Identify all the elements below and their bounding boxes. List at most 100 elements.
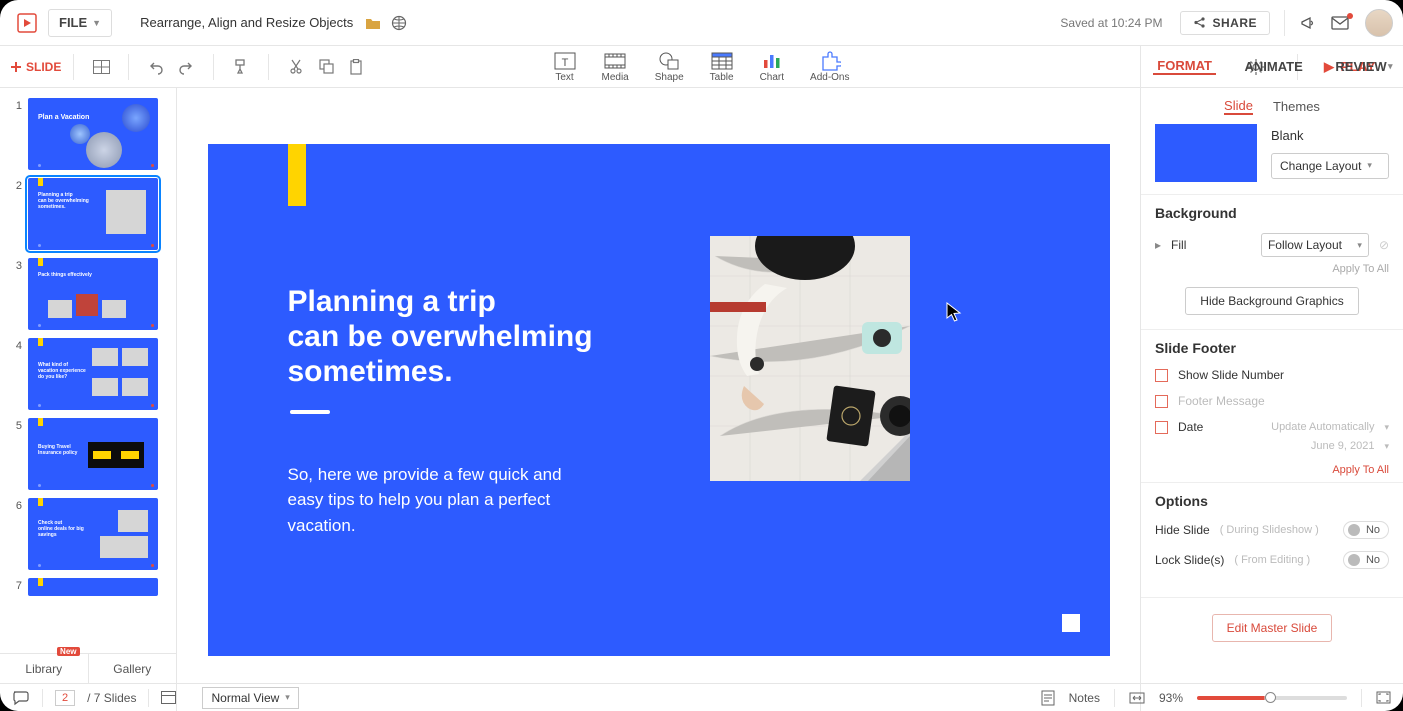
checkbox-footer-msg[interactable] (1155, 395, 1168, 408)
layout-grid-icon[interactable] (89, 55, 113, 79)
date-value[interactable]: June 9, 2021 (1311, 440, 1375, 452)
notes-label[interactable]: Notes (1069, 691, 1100, 705)
share-label: SHARE (1212, 16, 1257, 30)
thumb-number: 6 (12, 498, 22, 570)
thumb-6[interactable]: Check outonline deals for bigsavings (28, 498, 158, 570)
view-grid-icon[interactable] (161, 691, 176, 704)
change-layout-label: Change Layout (1280, 159, 1361, 173)
tab-gallery[interactable]: Gallery (88, 654, 177, 683)
slide-canvas[interactable]: Planning a trip can be overwhelming some… (177, 88, 1140, 711)
thumb-1[interactable]: Plan a Vacation (28, 98, 158, 170)
bg-apply-all[interactable]: Apply To All (1332, 263, 1389, 275)
tab-review[interactable]: REVIEW (1331, 59, 1390, 74)
app-logo-icon[interactable] (14, 10, 40, 36)
hide-slide-toggle[interactable]: No (1343, 521, 1389, 539)
thumb-5[interactable]: Buying TravelInsurance policy (28, 418, 158, 490)
date-mode[interactable]: Update Automatically (1271, 421, 1374, 433)
reset-icon[interactable]: ⊘ (1379, 238, 1389, 252)
arrow-right-icon[interactable]: ▸ (1155, 238, 1161, 252)
thumb-2[interactable]: Planning a tripcan be overwhelmingsometi… (28, 178, 158, 250)
date-label: Date (1178, 420, 1203, 434)
fill-value: Follow Layout (1268, 238, 1342, 252)
share-icon (1193, 16, 1206, 29)
tab-library-label: Library (25, 662, 62, 676)
hide-slide-label: Hide Slide (1155, 523, 1210, 537)
layout-name: Blank (1271, 128, 1389, 143)
user-avatar[interactable] (1365, 9, 1393, 37)
current-slide-indicator[interactable]: 2 (55, 690, 75, 706)
thumb-number: 3 (12, 258, 22, 330)
lock-slides-toggle[interactable]: No (1343, 551, 1389, 569)
tab-animate[interactable]: ANIMATE (1241, 59, 1307, 74)
share-button[interactable]: SHARE (1180, 11, 1270, 35)
footer-message-input[interactable]: Footer Message (1178, 394, 1389, 408)
layout-thumbnail[interactable] (1155, 124, 1257, 182)
folder-icon[interactable] (365, 16, 381, 30)
chevron-down-icon: ▾ (1384, 422, 1389, 433)
current-slide[interactable]: Planning a trip can be overwhelming some… (208, 144, 1110, 656)
globe-icon[interactable] (391, 15, 407, 31)
slide-heading[interactable]: Planning a trip can be overwhelming some… (288, 284, 593, 390)
insert-media-label: Media (602, 72, 629, 83)
comments-icon[interactable] (12, 690, 30, 706)
zoom-slider[interactable] (1197, 696, 1347, 700)
thumb-number: 1 (12, 98, 22, 170)
insert-addons[interactable]: Add-Ons (810, 50, 849, 83)
heading-line3: sometimes. (288, 355, 453, 388)
checkbox-date[interactable] (1155, 421, 1168, 434)
fill-select[interactable]: Follow Layout ▾ (1261, 233, 1369, 257)
add-slide-button[interactable]: SLIDE (10, 60, 61, 74)
change-layout-button[interactable]: Change Layout ▾ (1271, 153, 1389, 179)
insert-shape[interactable]: Shape (655, 50, 684, 83)
section-slide-footer: Slide Footer (1141, 329, 1403, 362)
checkbox-show-number[interactable] (1155, 369, 1168, 382)
insert-table[interactable]: Table (710, 50, 734, 83)
zoom-percent[interactable]: 93% (1159, 691, 1183, 705)
thumb-4[interactable]: What kind ofvacation experiencedo you li… (28, 338, 158, 410)
show-slide-number-label: Show Slide Number (1178, 368, 1284, 382)
redo-icon[interactable] (174, 55, 198, 79)
file-menu[interactable]: FILE ▼ (48, 9, 112, 37)
slide-image[interactable] (710, 236, 910, 481)
insert-chart[interactable]: Chart (760, 50, 784, 83)
megaphone-icon[interactable] (1299, 14, 1317, 32)
hide-slide-note: ( During Slideshow ) (1220, 524, 1319, 536)
separator (1284, 10, 1285, 36)
paste-icon[interactable] (344, 55, 368, 79)
fill-label: Fill (1171, 238, 1186, 252)
undo-icon[interactable] (144, 55, 168, 79)
panel-tabs: FORMAT ANIMATE REVIEW (1140, 46, 1403, 88)
subtab-slide[interactable]: Slide (1224, 98, 1253, 115)
file-menu-label: FILE (59, 15, 87, 30)
subtab-themes[interactable]: Themes (1273, 99, 1320, 114)
footer-apply-all[interactable]: Apply To All (1332, 464, 1389, 476)
tab-format[interactable]: FORMAT (1153, 58, 1216, 75)
tab-library[interactable]: Library New (0, 654, 88, 683)
hide-bg-graphics-button[interactable]: Hide Background Graphics (1185, 287, 1358, 315)
add-slide-label: SLIDE (26, 60, 61, 74)
insert-chart-label: Chart (760, 72, 784, 83)
format-panel: Slide Themes Blank Change Layout ▾ Backg… (1140, 88, 1403, 711)
section-background: Background (1141, 194, 1403, 227)
view-mode-select[interactable]: Normal View ▾ (202, 687, 298, 709)
insert-text-label: Text (555, 72, 573, 83)
fullscreen-icon[interactable] (1376, 691, 1391, 704)
insert-shape-label: Shape (655, 72, 684, 83)
slide-marker (1062, 614, 1080, 632)
insert-media[interactable]: Media (602, 50, 629, 83)
format-painter-icon[interactable] (229, 55, 253, 79)
edit-master-slide-button[interactable]: Edit Master Slide (1212, 614, 1333, 642)
copy-icon[interactable] (314, 55, 338, 79)
slide-thumbnails[interactable]: 1 Plan a Vacation 2 Planning a tripcan b… (0, 88, 177, 711)
lock-slides-label: Lock Slide(s) (1155, 553, 1224, 567)
slide-body[interactable]: So, here we provide a few quick and easy… (288, 462, 588, 539)
document-title[interactable]: Rearrange, Align and Resize Objects (140, 15, 353, 30)
thumb-7[interactable] (28, 578, 158, 596)
fit-width-icon[interactable] (1129, 691, 1145, 705)
thumb-3[interactable]: Pack things effectively (28, 258, 158, 330)
insert-text[interactable]: TText (554, 50, 576, 83)
chevron-down-icon: ▾ (285, 692, 290, 703)
mail-icon[interactable] (1331, 15, 1351, 31)
cut-icon[interactable] (284, 55, 308, 79)
notes-icon[interactable] (1041, 690, 1055, 706)
